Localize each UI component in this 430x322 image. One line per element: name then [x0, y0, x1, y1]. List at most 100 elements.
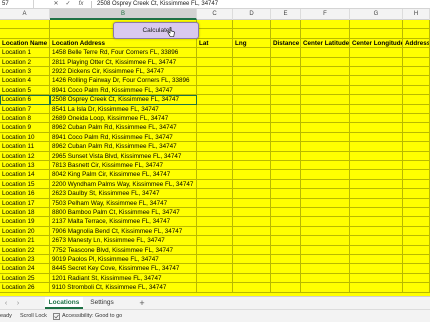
- cell[interactable]: [350, 151, 403, 161]
- cell[interactable]: [0, 29, 50, 39]
- location-name-cell[interactable]: Location 8: [0, 114, 50, 124]
- cell[interactable]: [350, 29, 403, 39]
- column-header-d[interactable]: D: [233, 9, 271, 20]
- cell[interactable]: [301, 104, 350, 114]
- cell[interactable]: [350, 255, 403, 265]
- header-distance[interactable]: Distance: [271, 38, 301, 49]
- location-name-cell[interactable]: Location 3: [0, 67, 50, 77]
- column-header-c[interactable]: C: [197, 9, 233, 20]
- cell[interactable]: [301, 132, 350, 143]
- location-address-cell[interactable]: 2623 Daulby St, Kissimmee FL, 34747: [50, 189, 197, 199]
- cell[interactable]: [271, 198, 301, 208]
- header-location-address[interactable]: Location Address: [50, 38, 197, 49]
- cell[interactable]: [301, 264, 350, 274]
- location-address-cell[interactable]: 8800 Bamboo Palm Ct, Kissimmee FL, 34747: [50, 208, 197, 218]
- cell[interactable]: [301, 255, 350, 265]
- location-address-cell[interactable]: 7906 Magnolia Bend Ct, Kissimmee FL, 347…: [50, 226, 197, 237]
- cell[interactable]: [301, 198, 350, 208]
- cell[interactable]: [301, 123, 350, 133]
- location-name-cell[interactable]: Location 2: [0, 57, 50, 67]
- sheet-tab-settings[interactable]: Settings: [85, 297, 119, 309]
- location-name-cell[interactable]: Location 18: [0, 208, 50, 218]
- location-address-cell[interactable]: 8941 Coco Palm Rd, Kissimmee FL, 34747: [50, 132, 197, 143]
- location-name-cell[interactable]: Location 24: [0, 264, 50, 274]
- cell[interactable]: [197, 114, 233, 124]
- cell[interactable]: [301, 189, 350, 199]
- cell[interactable]: [301, 170, 350, 180]
- cell[interactable]: [0, 20, 50, 30]
- cell[interactable]: [271, 29, 301, 39]
- cell[interactable]: [301, 67, 350, 77]
- cell[interactable]: [301, 95, 350, 105]
- cell[interactable]: [233, 208, 271, 218]
- cell[interactable]: [350, 95, 403, 105]
- cell[interactable]: [350, 161, 403, 171]
- location-address-cell[interactable]: 9110 Stromboli Ct, Kissimmee FL, 34747: [50, 283, 197, 293]
- cell[interactable]: [301, 179, 350, 190]
- column-header-h[interactable]: H: [403, 9, 430, 20]
- column-header-a[interactable]: A: [0, 9, 50, 20]
- cell[interactable]: [197, 208, 233, 218]
- cell[interactable]: [301, 57, 350, 67]
- cell[interactable]: [350, 48, 403, 58]
- location-address-cell[interactable]: 8941 Coco Palm Rd, Kissimmee FL, 34747: [50, 85, 197, 96]
- cell[interactable]: [233, 85, 271, 96]
- cell[interactable]: [197, 226, 233, 237]
- cell[interactable]: [403, 114, 430, 124]
- cell[interactable]: [350, 189, 403, 199]
- cell[interactable]: [233, 123, 271, 133]
- cell[interactable]: [197, 198, 233, 208]
- cell[interactable]: [403, 142, 430, 152]
- cell[interactable]: [197, 273, 233, 284]
- cell[interactable]: [403, 245, 430, 255]
- cell[interactable]: [301, 236, 350, 246]
- cell[interactable]: [403, 255, 430, 265]
- cell[interactable]: [197, 179, 233, 190]
- cell[interactable]: [233, 161, 271, 171]
- location-address-cell[interactable]: 1458 Belle Terre Rd, Four Corners FL, 33…: [50, 48, 197, 58]
- cell[interactable]: [233, 179, 271, 190]
- cell[interactable]: [271, 236, 301, 246]
- cell[interactable]: [403, 95, 430, 105]
- cell[interactable]: [403, 198, 430, 208]
- cell[interactable]: [197, 142, 233, 152]
- cell[interactable]: [350, 57, 403, 67]
- location-name-cell[interactable]: Location 20: [0, 226, 50, 237]
- cell[interactable]: [301, 76, 350, 86]
- location-address-cell[interactable]: 2508 Osprey Creek Ct, Kissimmee FL, 3474…: [50, 95, 197, 105]
- cell[interactable]: [403, 264, 430, 274]
- cell[interactable]: [233, 170, 271, 180]
- cell[interactable]: [301, 226, 350, 237]
- cell[interactable]: [271, 245, 301, 255]
- location-address-cell[interactable]: 2137 Malta Terrace, Kissimmee FL, 34747: [50, 217, 197, 227]
- cell[interactable]: [197, 151, 233, 161]
- name-box[interactable]: 57: [0, 0, 34, 8]
- cell[interactable]: [350, 123, 403, 133]
- cell[interactable]: [271, 264, 301, 274]
- cell[interactable]: [403, 189, 430, 199]
- cell[interactable]: [271, 48, 301, 58]
- cell[interactable]: [301, 245, 350, 255]
- cell[interactable]: [271, 95, 301, 105]
- cell[interactable]: [197, 236, 233, 246]
- cell[interactable]: [301, 85, 350, 96]
- location-name-cell[interactable]: Location 22: [0, 245, 50, 255]
- cell[interactable]: [233, 104, 271, 114]
- cell[interactable]: [271, 226, 301, 237]
- cell[interactable]: [233, 264, 271, 274]
- location-name-cell[interactable]: Location 25: [0, 273, 50, 284]
- cell[interactable]: [350, 76, 403, 86]
- cell[interactable]: [350, 283, 403, 293]
- cell[interactable]: [197, 67, 233, 77]
- cell[interactable]: [197, 57, 233, 67]
- location-address-cell[interactable]: 2922 Dickens Cir, Kissimmee FL, 34747: [50, 67, 197, 77]
- confirm-icon[interactable]: ✓: [64, 0, 72, 8]
- cell[interactable]: [233, 114, 271, 124]
- cell[interactable]: [197, 123, 233, 133]
- column-header-b[interactable]: B: [50, 9, 197, 20]
- location-name-cell[interactable]: Location 23: [0, 255, 50, 265]
- location-name-cell[interactable]: Location 12: [0, 151, 50, 161]
- cell[interactable]: [197, 245, 233, 255]
- location-address-cell[interactable]: 9019 Paolos Pl, Kissimmee FL, 34747: [50, 255, 197, 265]
- cell[interactable]: [271, 114, 301, 124]
